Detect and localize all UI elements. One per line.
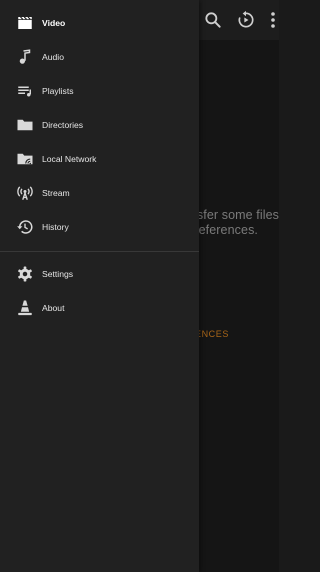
- resume-playback-icon[interactable]: [236, 10, 256, 30]
- drawer-divider: [0, 251, 199, 252]
- playlist-icon: [16, 82, 34, 100]
- network-folder-icon: [16, 150, 34, 168]
- empty-state-text-line2: references.: [194, 223, 258, 237]
- drawer-item-history[interactable]: History: [0, 210, 199, 244]
- drawer-item-label: Stream: [42, 188, 70, 198]
- stream-antenna-icon: [16, 184, 34, 202]
- history-icon: [16, 218, 34, 236]
- vlc-cone-icon: [16, 299, 34, 317]
- drawer-item-label: Video: [42, 18, 66, 28]
- drawer-item-directories[interactable]: Directories: [0, 108, 199, 142]
- drawer-item-video[interactable]: Video: [0, 6, 199, 40]
- search-icon[interactable]: [203, 10, 223, 30]
- drawer-item-playlists[interactable]: Playlists: [0, 74, 199, 108]
- drawer-item-label: Local Network: [42, 154, 97, 164]
- drawer-item-about[interactable]: About: [0, 291, 199, 325]
- drawer-item-stream[interactable]: Stream: [0, 176, 199, 210]
- drawer-item-settings[interactable]: Settings: [0, 257, 199, 291]
- drawer-item-audio[interactable]: Audio: [0, 40, 199, 74]
- drawer-item-label: Directories: [42, 120, 84, 130]
- music-note-icon: [16, 48, 34, 66]
- screen: sfer some files references. ENCES Video: [0, 0, 279, 572]
- gear-icon: [16, 265, 34, 283]
- drawer-item-label: Settings: [42, 269, 74, 279]
- video-clapper-icon: [16, 14, 34, 32]
- folder-icon: [16, 116, 34, 134]
- drawer-item-label: Audio: [42, 52, 64, 62]
- drawer-item-label: About: [42, 303, 65, 313]
- navigation-drawer: Video Audio Playlists Directories Local …: [0, 0, 199, 572]
- drawer-item-label: History: [42, 222, 69, 232]
- drawer-item-label: Playlists: [42, 86, 74, 96]
- overflow-menu-icon[interactable]: [268, 10, 279, 30]
- drawer-item-local-network[interactable]: Local Network: [0, 142, 199, 176]
